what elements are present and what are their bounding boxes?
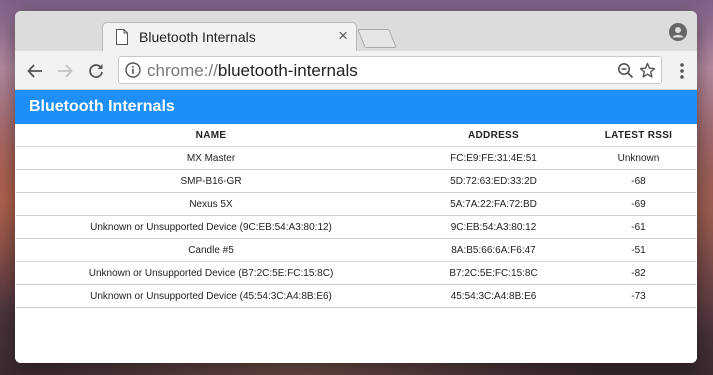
table-row[interactable]: SMP-B16-GR 5D:72:63:ED:33:2D -68 [16,169,696,193]
device-address: 8A:B5:66:6A:F6:47 [406,238,581,262]
address-bar[interactable]: chrome://bluetooth-internals [118,56,662,84]
device-address: 9C:EB:54:A3:80:12 [406,215,581,239]
device-address: 45:54:3C:A4:8B:E6 [406,284,581,308]
reload-icon[interactable] [87,62,105,80]
column-header-name[interactable]: NAME [16,124,406,147]
table-row[interactable]: Candle #5 8A:B5:66:6A:F6:47 -51 [16,238,696,262]
column-header-latest-rssi[interactable]: LATEST RSSI [581,124,696,147]
tab-strip: Bluetooth Internals × [15,11,697,51]
device-table: NAME ADDRESS LATEST RSSI MX Master FC:E9… [16,124,696,308]
url-scheme: chrome:// [147,61,218,80]
forward-arrow-icon[interactable] [56,62,74,80]
info-icon[interactable] [125,62,141,78]
browser-toolbar: chrome://bluetooth-internals [15,51,697,90]
back-arrow-icon[interactable] [26,62,44,80]
page-icon [116,29,128,45]
device-address: FC:E9:FE:31:4E:51 [406,146,581,170]
url-text[interactable]: chrome://bluetooth-internals [147,61,358,81]
menu-dots-icon[interactable] [679,62,685,80]
device-name: Candle #5 [16,238,406,262]
bookmark-star-icon[interactable] [639,62,656,79]
column-header-address[interactable]: ADDRESS [406,124,581,147]
new-tab-button[interactable] [357,29,397,48]
device-rssi: -51 [581,238,696,262]
device-address: 5D:72:63:ED:33:2D [406,169,581,193]
zoom-out-icon[interactable] [617,62,634,79]
device-name: SMP-B16-GR [16,169,406,193]
table-row[interactable]: Nexus 5X 5A:7A:22:FA:72:BD -69 [16,192,696,216]
device-address: B7:2C:5E:FC:15:8C [406,261,581,285]
url-host: bluetooth-internals [217,61,358,80]
device-name: Unknown or Unsupported Device (45:54:3C:… [16,284,406,308]
profile-icon[interactable] [669,23,687,41]
device-rssi: -82 [581,261,696,285]
device-rssi: -69 [581,192,696,216]
table-row[interactable]: Unknown or Unsupported Device (9C:EB:54:… [16,215,696,239]
page-title: Bluetooth Internals [29,98,175,115]
close-icon[interactable]: × [338,27,348,45]
table-row[interactable]: Unknown or Unsupported Device (B7:2C:5E:… [16,261,696,285]
browser-window: Bluetooth Internals × chrome://bluetooth… [15,11,697,363]
page-header: Bluetooth Internals [15,90,697,124]
device-rssi: -61 [581,215,696,239]
tab-bluetooth-internals[interactable]: Bluetooth Internals × [102,22,357,51]
tab-title: Bluetooth Internals [139,29,256,45]
device-rssi: -68 [581,169,696,193]
device-name: Unknown or Unsupported Device (B7:2C:5E:… [16,261,406,285]
device-name: Nexus 5X [16,192,406,216]
device-rssi: Unknown [581,146,696,170]
table-header-row: NAME ADDRESS LATEST RSSI [16,124,696,147]
device-address: 5A:7A:22:FA:72:BD [406,192,581,216]
table-row[interactable]: Unknown or Unsupported Device (45:54:3C:… [16,284,696,308]
device-name: MX Master [16,146,406,170]
device-name: Unknown or Unsupported Device (9C:EB:54:… [16,215,406,239]
table-row[interactable]: MX Master FC:E9:FE:31:4E:51 Unknown [16,146,696,170]
page-content: Bluetooth Internals NAME ADDRESS LATEST … [15,90,697,363]
device-rssi: -73 [581,284,696,308]
